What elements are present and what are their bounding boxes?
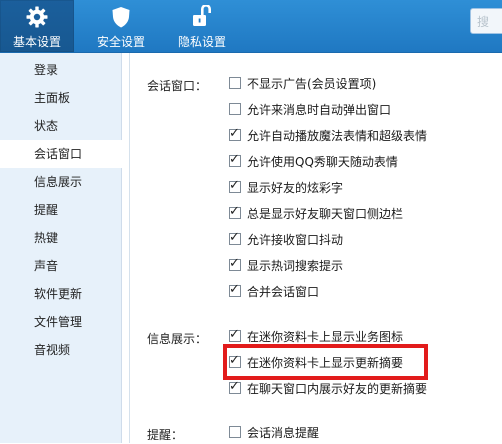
checkbox-checked[interactable]: ✓: [229, 230, 241, 245]
tab-privacy-settings[interactable]: 隐私设置: [165, 0, 239, 52]
checkbox[interactable]: [229, 77, 241, 89]
divider: [129, 53, 130, 443]
sidebar-item-file-management[interactable]: 文件管理: [0, 308, 121, 336]
sidebar-item-login[interactable]: 登录: [0, 56, 121, 84]
checkbox-checked[interactable]: ✓: [229, 152, 241, 167]
checkmark-icon: ✓: [229, 282, 240, 297]
checkmark-icon: ✓: [229, 256, 240, 271]
sidebar-item-audio-video[interactable]: 音视频: [0, 336, 121, 364]
tab-basic-settings-label: 基本设置: [12, 35, 61, 49]
search-input[interactable]: 搜: [470, 8, 502, 34]
sidebar-item-sound[interactable]: 声音: [0, 252, 121, 280]
checkbox-checked[interactable]: ✓: [229, 282, 241, 297]
section-label-info-display: 信息展示：: [147, 332, 208, 346]
highlight-box: [223, 344, 428, 380]
sidebar-item-main-panel[interactable]: 主面板: [0, 84, 121, 112]
shield-icon: [112, 7, 130, 28]
checkbox-checked[interactable]: ✓: [229, 327, 241, 342]
checkmark-icon: ✓: [229, 204, 240, 219]
tab-security-settings-label: 安全设置: [96, 35, 145, 49]
checkbox-checked[interactable]: ✓: [229, 178, 241, 193]
checkbox-checked[interactable]: ✓: [229, 379, 241, 394]
tab-basic-settings[interactable]: 基本设置: [0, 0, 74, 52]
checkmark-icon: ✓: [229, 230, 240, 245]
checkmark-icon: ✓: [229, 152, 240, 167]
tab-privacy-settings-label: 隐私设置: [177, 35, 226, 49]
search-placeholder: 搜: [477, 15, 490, 29]
checkmark-icon: ✓: [229, 327, 240, 342]
checkbox-checked[interactable]: ✓: [229, 204, 241, 219]
checkmark-icon: ✓: [229, 126, 240, 141]
sidebar-item-software-update[interactable]: 软件更新: [0, 280, 121, 308]
section-label-remind: 提醒：: [147, 428, 184, 442]
top-toolbar: 基本设置 安全设置 隐私设置 搜: [0, 0, 502, 53]
checkmark-icon: ✓: [229, 379, 240, 394]
checkbox[interactable]: [229, 426, 241, 438]
sidebar-item-hotkeys[interactable]: 热键: [0, 224, 121, 252]
unlock-icon: [193, 5, 211, 26]
sidebar-item-remind[interactable]: 提醒: [0, 196, 121, 224]
settings-panel: 会话窗口： 不显示广告(会员设置项) 允许来消息时自动弹出窗口 ✓ 允许自动播放…: [122, 53, 502, 443]
checkbox-checked[interactable]: ✓: [229, 126, 241, 141]
sidebar-item-info-display[interactable]: 信息展示: [0, 168, 121, 196]
checkbox[interactable]: [229, 103, 241, 115]
sidebar: 登录 主面板 状态 会话窗口 信息展示 提醒 热键 声音 软件更新 文件管理 音…: [0, 53, 122, 443]
section-label-session-window: 会话窗口：: [147, 79, 208, 93]
sidebar-item-session-window[interactable]: 会话窗口: [0, 140, 122, 168]
checkbox-checked[interactable]: ✓: [229, 256, 241, 271]
checkmark-icon: ✓: [229, 178, 240, 193]
tab-security-settings[interactable]: 安全设置: [84, 0, 158, 52]
sidebar-item-status[interactable]: 状态: [0, 112, 121, 140]
gear-icon: [26, 6, 48, 28]
